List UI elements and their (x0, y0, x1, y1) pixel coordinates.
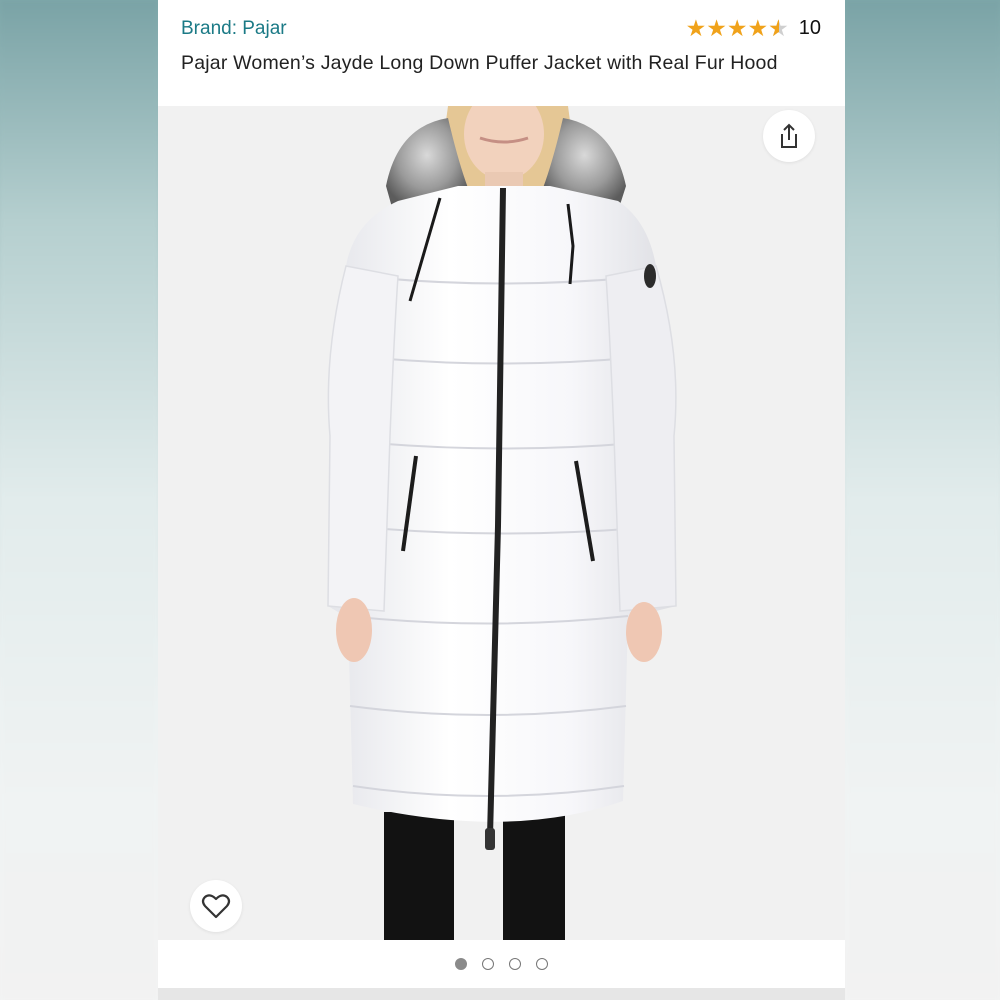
blurred-background-right (845, 0, 1000, 1000)
product-title: Pajar Women’s Jayde Long Down Puffer Jac… (181, 52, 778, 74)
wishlist-button[interactable] (190, 880, 242, 932)
product-screen: Brand: Pajar ★ ★ ★ ★ ★ 10 Pajar Women’s … (158, 0, 845, 1000)
star-icon: ★ (726, 15, 748, 41)
product-photo (158, 106, 845, 940)
pagination-dot[interactable] (509, 958, 521, 970)
star-rating: ★ ★ ★ ★ ★ (686, 16, 789, 40)
heart-outline-icon (201, 894, 231, 919)
star-icon: ★ (747, 15, 769, 41)
star-icon: ★ (706, 15, 727, 41)
divider (158, 988, 845, 1000)
image-pagination (158, 940, 845, 988)
product-image-carousel[interactable] (158, 106, 845, 940)
rating-summary[interactable]: ★ ★ ★ ★ ★ 10 (686, 16, 821, 40)
share-icon (781, 123, 797, 148)
star-half-icon: ★ (768, 16, 789, 40)
blurred-background-left (0, 0, 158, 1000)
share-button[interactable] (763, 110, 815, 162)
product-header: Brand: Pajar ★ ★ ★ ★ ★ 10 Pajar Women’s … (158, 0, 845, 106)
star-icon: ★ (685, 15, 707, 41)
pagination-dot[interactable] (482, 958, 494, 970)
pagination-dot-active[interactable] (455, 958, 467, 970)
brand-link[interactable]: Brand: Pajar (181, 18, 287, 40)
review-count[interactable]: 10 (799, 17, 821, 40)
pagination-dot[interactable] (536, 958, 548, 970)
